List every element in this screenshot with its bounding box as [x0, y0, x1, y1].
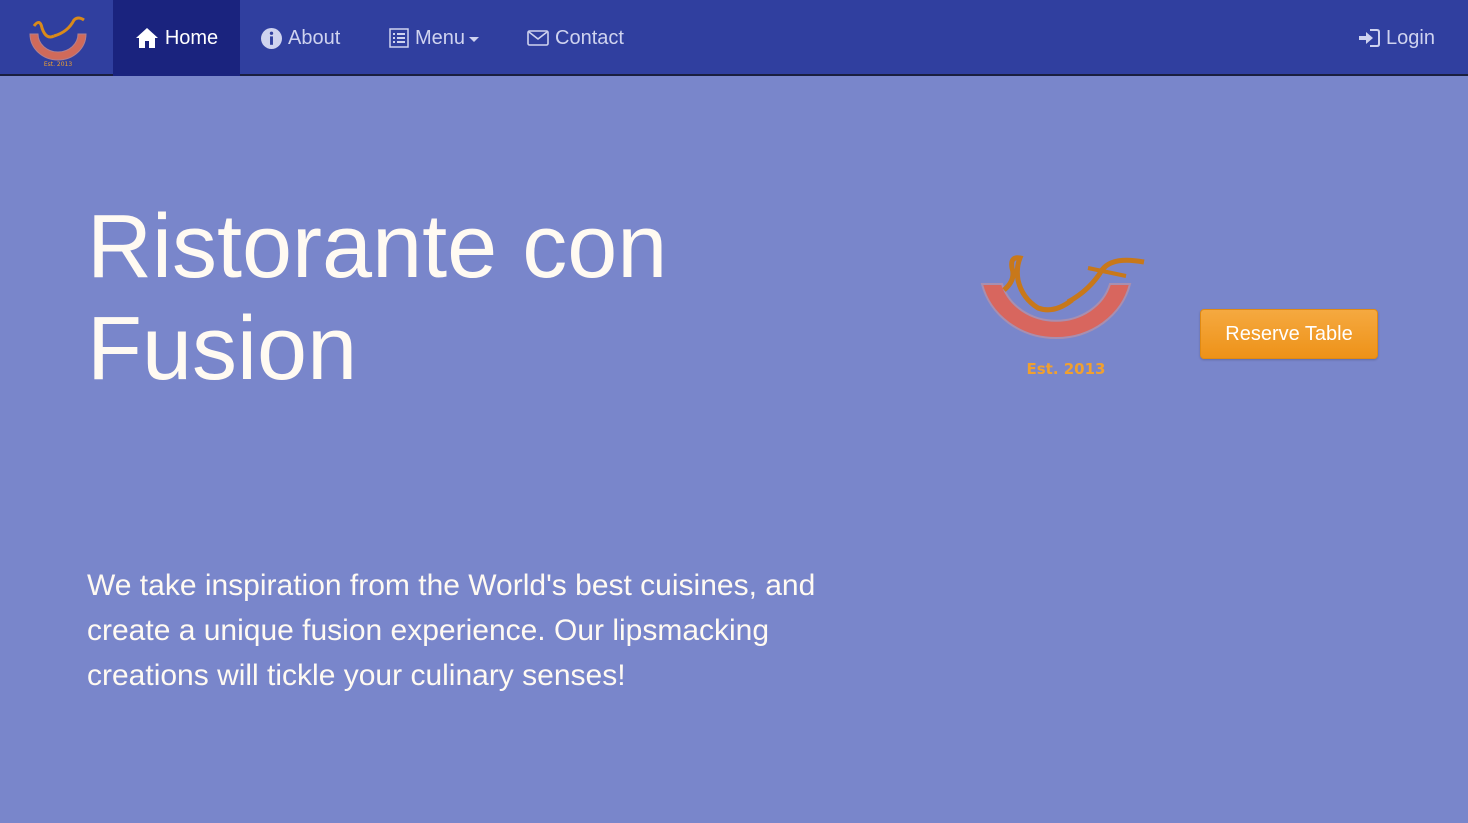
nav-contact[interactable]: Contact — [527, 0, 624, 76]
nav-menu-label: Menu — [415, 26, 466, 49]
chevron-down-icon — [469, 37, 480, 42]
reserve-table-button[interactable]: Reserve Table — [1200, 309, 1378, 359]
nav-contact-label: Contact — [555, 26, 624, 49]
restaurant-logo: Est. 2013 — [976, 250, 1152, 382]
brand-logo[interactable]: Est. 2013 — [24, 14, 92, 68]
page-title: Ristorante con Fusion — [87, 196, 787, 400]
navbar: Est. 2013 Home About Menu Contact Login — [0, 0, 1468, 76]
home-icon — [135, 28, 158, 48]
login-label: Login — [1386, 26, 1435, 49]
page-title-line1: Ristorante con — [87, 197, 668, 297]
info-circle-icon — [261, 27, 282, 49]
nav-menu-dropdown[interactable]: Menu — [389, 0, 480, 76]
list-icon — [389, 28, 409, 48]
hero-description: We take inspiration from the World's bes… — [87, 569, 816, 692]
nav-home[interactable]: Home — [113, 0, 240, 76]
envelope-icon — [527, 30, 549, 46]
svg-text:Est. 2013: Est. 2013 — [44, 61, 73, 68]
nav-about-label: About — [288, 26, 341, 49]
nav-about[interactable]: About — [261, 0, 340, 76]
login-link[interactable]: Login — [1358, 0, 1435, 76]
login-icon — [1359, 29, 1380, 47]
svg-text:Est. 2013: Est. 2013 — [1026, 360, 1105, 378]
page-title-line2: Fusion — [87, 299, 358, 399]
nav-home-label: Home — [164, 26, 219, 49]
